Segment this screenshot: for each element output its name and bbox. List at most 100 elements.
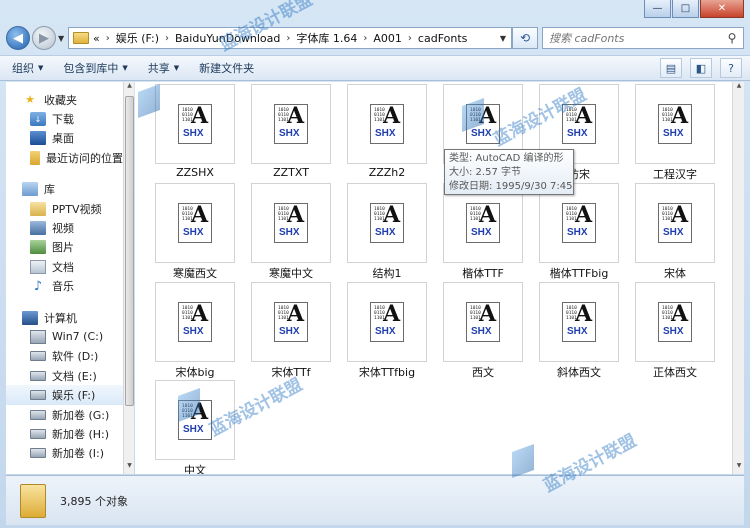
scroll-down-icon[interactable]: ▼ (124, 462, 135, 474)
chevron-right-icon[interactable]: › (363, 33, 367, 44)
breadcrumb-item[interactable]: A001 (373, 32, 402, 45)
new-folder-button[interactable]: 新建文件夹 (199, 60, 254, 76)
chevron-right-icon[interactable]: › (286, 33, 290, 44)
scroll-down-icon[interactable]: ▼ (733, 462, 745, 474)
forward-button[interactable]: ▶ (32, 26, 56, 50)
breadcrumb: « › 娱乐 (F:) › BaiduYunDownload › 字体库 1.6… (93, 30, 467, 46)
help-button[interactable]: ? (720, 58, 742, 78)
letter-glyph: A (191, 103, 209, 129)
file-item[interactable]: 1010 0110 1101 A SHX 寒魔中文 (241, 183, 331, 281)
refresh-button[interactable]: ⟲ (512, 27, 538, 49)
file-item[interactable]: 1010 0110 1101 A SHX 宋体TTfbig (337, 282, 427, 380)
shx-file-icon: 1010 0110 1101 A SHX (466, 103, 500, 144)
breadcrumb-item[interactable]: cadFonts (418, 32, 467, 45)
sidebar-item-drive-h[interactable]: 新加卷 (H:) (6, 424, 123, 443)
sidebar-item-downloads[interactable]: ↓ 下载 (6, 109, 123, 128)
maximize-button[interactable]: □ (672, 0, 699, 18)
scroll-up-icon[interactable]: ▲ (733, 82, 745, 94)
sidebar-item-desktop[interactable]: 桌面 (6, 129, 123, 148)
file-item[interactable]: 1010 0110 1101 A SHX ZZTXT (241, 84, 331, 182)
file-item[interactable]: 1010 0110 1101 A SHX 斜体西文 (529, 282, 619, 380)
sidebar-item-drive-c[interactable]: Win7 (C:) (6, 327, 123, 346)
file-item[interactable]: 1010 0110 1101 A SHX 工程汉字 (625, 84, 715, 182)
search-icon[interactable]: ⚲ (721, 31, 743, 45)
sidebar-item-documents[interactable]: 文档 (6, 257, 123, 276)
recent-pages-dropdown[interactable]: ▼ (58, 34, 64, 43)
breadcrumb-item[interactable]: 字体库 1.64 (296, 30, 357, 46)
file-item[interactable]: 1010 0110 1101 A SHX 中文 (145, 380, 235, 474)
address-history-dropdown[interactable]: ▼ (495, 28, 511, 48)
shx-tag: SHX (471, 326, 492, 337)
close-button[interactable]: ✕ (700, 0, 744, 18)
sidebar-item-recent[interactable]: 最近访问的位置 (6, 148, 123, 167)
letter-glyph: A (191, 202, 209, 228)
include-in-library-menu[interactable]: 包含到库中 ▼ (63, 60, 127, 76)
sidebar-item-drive-d[interactable]: 软件 (D:) (6, 347, 123, 366)
file-item[interactable]: 1010 0110 1101 A SHX 结构1 (337, 183, 427, 281)
file-name: ZZZh2 (368, 166, 406, 179)
letter-glyph: A (383, 202, 401, 228)
share-menu[interactable]: 共享 ▼ (148, 60, 179, 76)
sidebar-item-label: 新加卷 (I:) (52, 447, 105, 461)
chevron-right-icon[interactable]: › (408, 33, 412, 44)
download-folder-icon: ↓ (30, 112, 46, 127)
file-thumbnail: 1010 0110 1101 A SHX (635, 84, 715, 164)
sidebar-item-drive-g[interactable]: 新加卷 (G:) (6, 405, 123, 424)
file-item[interactable]: 1010 0110 1101 A SHX 正体西文 (625, 282, 715, 380)
recent-places-icon (30, 150, 40, 165)
file-item[interactable]: 1010 0110 1101 A SHX 宋体 (625, 183, 715, 281)
content-scrollbar[interactable]: ▲ ▼ (732, 82, 744, 474)
shx-file-icon: 1010 0110 1101 A SHX (466, 301, 500, 342)
file-item[interactable]: 1010 0110 1101 A SHX 宋体TTf (241, 282, 331, 380)
breadcrumb-item[interactable]: BaiduYunDownload (175, 32, 280, 45)
scroll-thumb[interactable] (125, 96, 134, 406)
minimize-button[interactable]: — (644, 0, 671, 18)
file-item[interactable]: 1010 0110 1101 A SHX 楷体TTFbig (529, 183, 619, 281)
address-bar[interactable]: « › 娱乐 (F:) › BaiduYunDownload › 字体库 1.6… (68, 27, 512, 49)
letter-glyph: A (479, 202, 497, 228)
file-item[interactable]: 1010 0110 1101 A SHX ZZZh2 (337, 84, 427, 182)
sidebar-item-label: 下载 (52, 113, 74, 127)
sidebar-group-computer[interactable]: 计算机 (6, 308, 123, 327)
chevron-right-icon[interactable]: › (165, 33, 169, 44)
change-view-button[interactable]: ▤ (660, 58, 682, 78)
chevron-right-icon[interactable]: › (106, 33, 110, 44)
file-name: 西文 (472, 366, 494, 379)
letter-glyph: A (191, 301, 209, 327)
shx-file-icon: 1010 0110 1101 A SHX (178, 202, 212, 243)
letter-glyph: A (671, 301, 689, 327)
file-item[interactable]: 1010 0110 1101 A SHX 楷体TTF (433, 183, 523, 281)
sidebar-item-label: 桌面 (52, 132, 74, 146)
sidebar-item-drive-e[interactable]: 文档 (E:) (6, 366, 123, 385)
preview-pane-button[interactable]: ◧ (690, 58, 712, 78)
scroll-up-icon[interactable]: ▲ (124, 82, 135, 94)
file-item[interactable]: 1010 0110 1101 A SHX 西文 (433, 282, 523, 380)
folder-icon (73, 32, 89, 44)
shx-tag: SHX (567, 128, 588, 139)
sidebar-item-pictures[interactable]: 图片 (6, 238, 123, 257)
nav-scrollbar[interactable]: ▲ ▼ (123, 82, 134, 474)
sidebar-group-libraries[interactable]: 库 (6, 180, 123, 199)
file-thumbnail: 1010 0110 1101 A SHX (443, 183, 523, 263)
tooltip-size: 大小: 2.57 字节 (449, 167, 521, 178)
breadcrumb-item[interactable]: 娱乐 (F:) (116, 30, 159, 46)
sidebar-item-music[interactable]: ♪ 音乐 (6, 277, 123, 296)
shx-file-icon: 1010 0110 1101 A SHX (370, 202, 404, 243)
sidebar-item-videos[interactable]: 视频 (6, 218, 123, 237)
file-item[interactable]: 1010 0110 1101 A SHX 宋体big (145, 282, 235, 380)
back-button[interactable]: ◀ (6, 26, 30, 50)
breadcrumb-overflow[interactable]: « (93, 32, 100, 45)
file-item[interactable]: 1010 0110 1101 A SHX ZZSHX (145, 84, 235, 182)
sidebar-item-drive-i[interactable]: 新加卷 (I:) (6, 444, 123, 463)
file-item[interactable]: 1010 0110 1101 A SHX 寒魔西文 (145, 183, 235, 281)
search-input[interactable] (543, 31, 721, 45)
picture-library-icon (30, 240, 46, 255)
sidebar-item-pptv[interactable]: PPTV视频 (6, 199, 123, 218)
letter-glyph: A (383, 301, 401, 327)
organize-menu[interactable]: 组织 ▼ (12, 60, 43, 76)
file-thumbnail: 1010 0110 1101 A SHX (251, 84, 331, 164)
letter-glyph: A (575, 103, 593, 129)
sidebar-group-favorites[interactable]: ★ 收藏夹 (6, 90, 123, 109)
explorer-window: — □ ✕ ◀ ▶ ▼ « › 娱乐 (F:) › BaiduYunDownlo… (0, 0, 750, 528)
sidebar-item-drive-f[interactable]: 娱乐 (F:) (6, 385, 123, 405)
